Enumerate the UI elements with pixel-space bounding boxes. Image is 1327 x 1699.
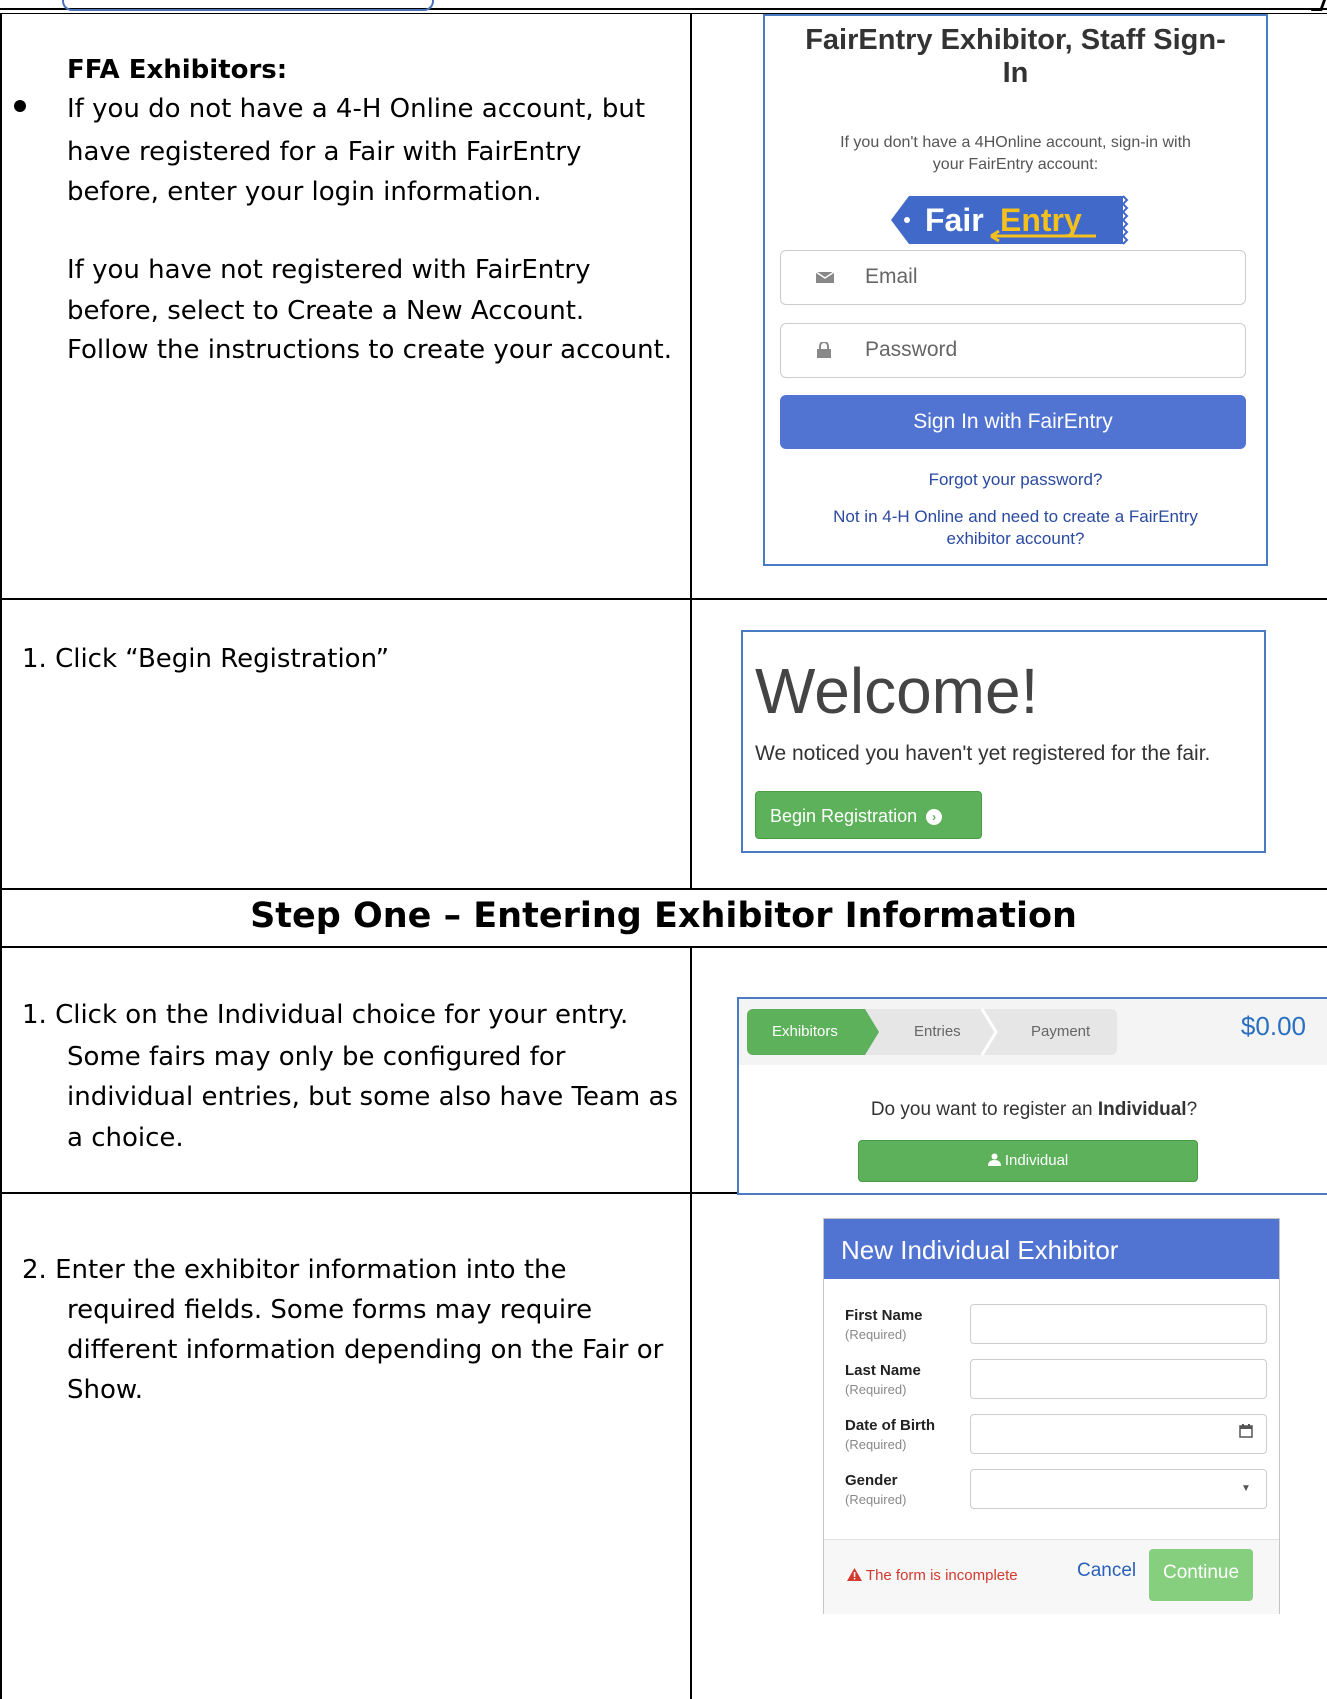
form-title: New Individual Exhibitor: [841, 1235, 1119, 1265]
begin-registration-button[interactable]: Begin Registration ›: [755, 791, 982, 839]
calendar-icon[interactable]: [1226, 1415, 1266, 1453]
form-footer: The form is incomplete Cancel Continue: [824, 1539, 1279, 1614]
signin-help-line: If you don't have a 4HOnline account, si…: [840, 134, 1191, 151]
forgot-password-link[interactable]: Forgot your password?: [765, 469, 1266, 491]
new-exhibitor-form: New Individual Exhibitor First Name (Req…: [823, 1218, 1280, 1614]
warning-icon: [847, 1567, 866, 1584]
fairentry-logo: Fair Entry: [891, 195, 1129, 245]
signin-title-line: In: [1002, 57, 1029, 89]
email-field[interactable]: Email: [780, 250, 1246, 305]
dob-label: Date of Birth: [845, 1417, 935, 1434]
individual-instruction-line: a choice.: [67, 1123, 184, 1153]
individual-instruction-line: Some fairs may only be configured for: [67, 1042, 566, 1072]
bullet-icon: [14, 100, 26, 112]
exhibitor-info-instruction-line: different information depending on the F…: [67, 1335, 664, 1365]
create-account-link[interactable]: Not in 4-H Online and need to create a F…: [765, 506, 1266, 550]
step-payment-tab[interactable]: Payment: [1031, 1009, 1090, 1055]
table-border-left: [0, 14, 2, 1699]
create-account-line: Not in 4-H Online and need to create a F…: [833, 507, 1198, 526]
begin-registration-instruction: 1. Click “Begin Registration”: [22, 644, 390, 674]
signin-panel: FairEntry Exhibitor, Staff Sign- In If y…: [763, 14, 1268, 566]
individual-button-label: Individual: [1004, 1152, 1069, 1169]
individual-button[interactable]: Individual: [858, 1140, 1198, 1182]
arrow-right-circle-icon: ›: [926, 809, 943, 826]
create-account-line: exhibitor account?: [946, 529, 1085, 548]
gender-select[interactable]: ▼: [970, 1469, 1267, 1509]
required-note: (Required): [845, 1437, 907, 1452]
cart-total: $0.00: [1240, 1011, 1306, 1041]
password-field[interactable]: Password: [780, 323, 1246, 378]
cancel-button[interactable]: Cancel: [1077, 1560, 1136, 1582]
envelope-icon: [815, 269, 835, 289]
individual-instruction-line: 1. Click on the Individual choice for yo…: [22, 1000, 629, 1030]
required-note: (Required): [845, 1382, 907, 1397]
question-emphasis: Individual: [1097, 1099, 1187, 1120]
ffa-exhibitors-heading: FFA Exhibitors:: [67, 55, 288, 85]
first-name-label: First Name: [845, 1307, 923, 1324]
required-note: (Required): [845, 1327, 907, 1342]
lock-icon: [816, 341, 832, 363]
password-placeholder: Password: [865, 338, 958, 361]
exhibitor-info-instruction-line: Show.: [67, 1375, 144, 1405]
ffa-paragraph-line: If you have not registered with FairEntr…: [67, 255, 591, 285]
signin-help-text: If you don't have a 4HOnline account, si…: [765, 132, 1266, 176]
register-question: Do you want to register an Individual?: [739, 1099, 1327, 1121]
begin-registration-label: Begin Registration: [770, 806, 918, 826]
date-of-birth-field[interactable]: [970, 1414, 1267, 1454]
row-divider: [0, 598, 1327, 600]
ffa-bullet-line: have registered for a Fair with FairEntr…: [67, 137, 582, 167]
ffa-bullet-line: If you do not have a 4-H Online account,…: [67, 94, 646, 124]
signin-help-line: your FairEntry account:: [932, 156, 1099, 173]
ffa-paragraph-line: before, select to Create a New Account.: [67, 296, 585, 326]
form-header: New Individual Exhibitor: [824, 1219, 1279, 1279]
row-divider: [0, 946, 1327, 948]
welcome-panel: Welcome! We noticed you haven't yet regi…: [741, 630, 1266, 853]
table-column-divider: [690, 14, 692, 889]
ffa-bullet-line: before, enter your login information.: [67, 177, 542, 207]
logo-fair-text: Fair: [925, 202, 984, 238]
row-divider: [0, 888, 1327, 890]
steps-bar: Exhibitors Entries Payment $0.00: [739, 999, 1327, 1065]
last-name-field[interactable]: [970, 1359, 1267, 1399]
logo-entry-text: Entry: [1000, 202, 1082, 238]
header-tab-shape: [62, 0, 434, 11]
registration-steps-panel: Exhibitors Entries Payment $0.00 Do you …: [737, 997, 1327, 1195]
individual-instruction-line: individual entries, but some also have T…: [67, 1082, 678, 1112]
email-placeholder: Email: [865, 265, 918, 288]
step-one-heading: Step One – Entering Exhibitor Informatio…: [250, 896, 1077, 936]
step-entries-tab[interactable]: Entries: [914, 1009, 961, 1055]
sign-in-button[interactable]: Sign In with FairEntry: [780, 395, 1246, 449]
signin-title-line: FairEntry Exhibitor, Staff Sign-: [805, 24, 1226, 56]
user-icon: [987, 1152, 1005, 1169]
ffa-paragraph-line: Follow the instructions to create your a…: [67, 335, 673, 365]
table-column-divider: [690, 947, 692, 1699]
step-exhibitors-tab[interactable]: Exhibitors: [772, 1009, 838, 1055]
question-text: Do you want to register an: [870, 1099, 1098, 1120]
exhibitor-info-instruction-line: 2. Enter the exhibitor information into …: [22, 1255, 567, 1285]
form-warning-text: The form is incomplete: [865, 1567, 1018, 1584]
exhibitor-info-instruction-line: required fields. Some forms may require: [67, 1295, 593, 1325]
gender-label: Gender: [845, 1472, 898, 1489]
continue-button[interactable]: Continue: [1149, 1549, 1253, 1601]
signin-title: FairEntry Exhibitor, Staff Sign- In: [765, 24, 1266, 90]
form-warning: The form is incomplete: [847, 1567, 1018, 1584]
welcome-subtitle: We noticed you haven't yet registered fo…: [755, 742, 1211, 765]
welcome-title: Welcome!: [755, 655, 1039, 727]
required-note: (Required): [845, 1492, 907, 1507]
chevron-down-icon: ▼: [1241, 1483, 1251, 1494]
first-name-field[interactable]: [970, 1304, 1267, 1344]
last-name-label: Last Name: [845, 1362, 921, 1379]
question-mark: ?: [1186, 1099, 1198, 1120]
